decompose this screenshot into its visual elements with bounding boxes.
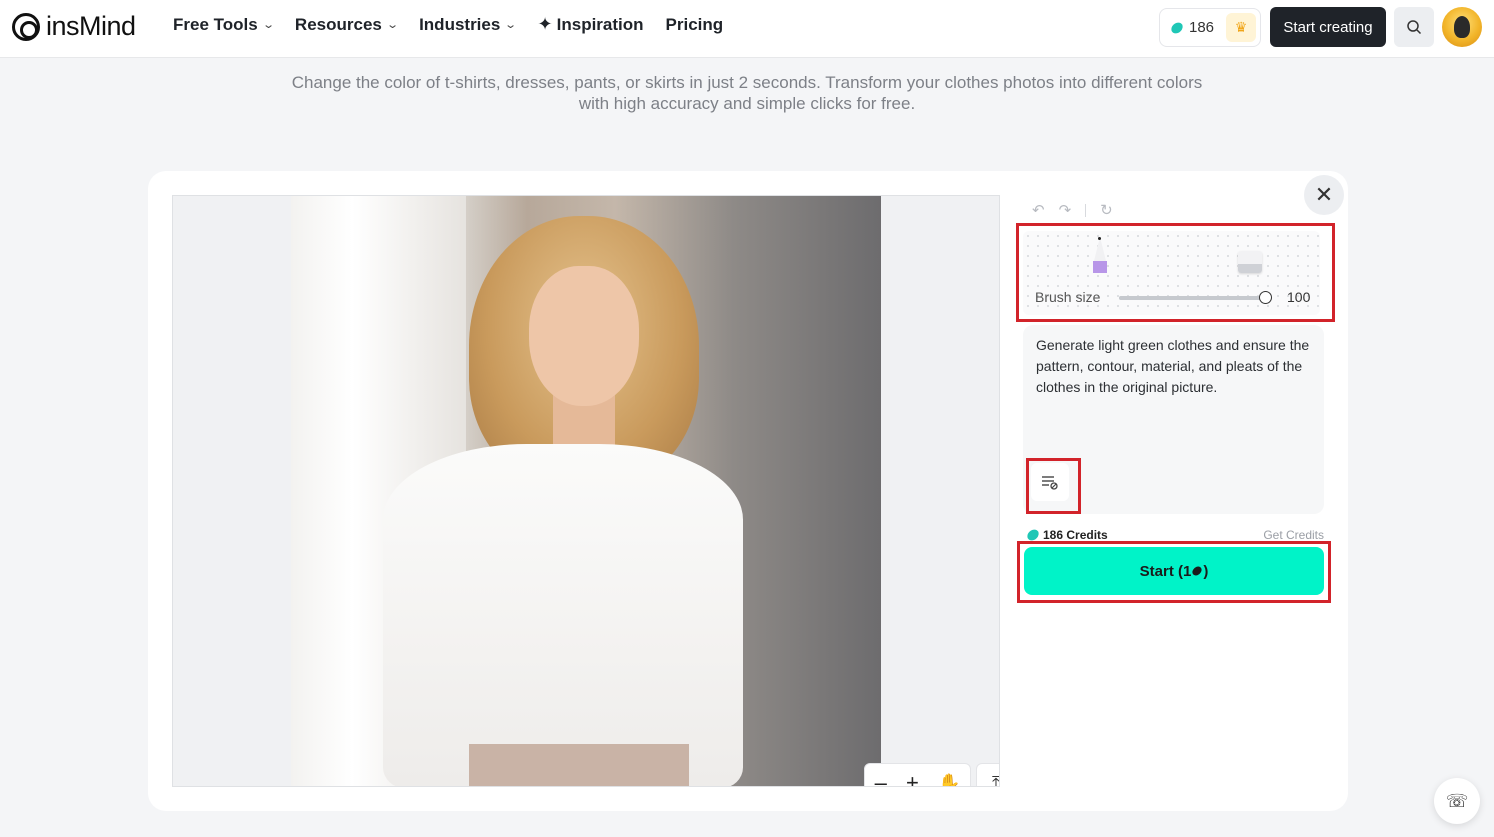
credits-pill[interactable]: 186 ♛: [1159, 8, 1261, 47]
subtitle-line-1: Change the color of t-shirts, dresses, p…: [291, 73, 1203, 92]
sparkle-icon: ✦: [537, 14, 553, 34]
credits-row: 186 Credits Get Credits: [1025, 527, 1324, 543]
history-toolbar: ↶ ↷ ↻: [1032, 201, 1113, 219]
close-button[interactable]: ✕: [1304, 175, 1344, 215]
search-button[interactable]: [1394, 7, 1434, 47]
redo-icon[interactable]: ↷: [1059, 201, 1072, 219]
zoom-controls: – + ✋: [864, 763, 971, 787]
menu-item-resources[interactable]: Resources ⌄: [294, 14, 399, 35]
zoom-out-icon[interactable]: –: [875, 770, 887, 786]
search-icon: [1407, 20, 1422, 35]
menu-item-inspiration[interactable]: ✦ Inspiration: [538, 14, 644, 35]
prompt-text[interactable]: Generate light green clothes and ensure …: [1036, 335, 1316, 398]
chevron-down-icon: ⌄: [504, 19, 518, 31]
photo-shirt: [383, 444, 743, 786]
upload-button[interactable]: ⤒: [976, 763, 1000, 787]
upload-icon: ⤒: [992, 772, 1000, 787]
logo-icon: [12, 12, 40, 41]
menu-item-label: Inspiration: [556, 14, 644, 34]
highlight-prompt-tool: [1026, 458, 1081, 514]
hand-pan-icon[interactable]: ✋: [938, 773, 960, 787]
brand-name: insMind: [46, 11, 136, 41]
image-canvas[interactable]: – + ✋ ⤒: [172, 195, 1000, 787]
headset-icon: ☏: [1445, 790, 1469, 811]
highlight-brush-panel: [1016, 223, 1335, 322]
editor-modal: – + ✋ ⤒ ✕ ↶ ↷ ↻ Brush size 100 Generate …: [148, 171, 1348, 811]
undo-icon[interactable]: ↶: [1032, 201, 1045, 219]
menu-item-industries[interactable]: Industries ⌄: [419, 14, 518, 35]
page-subtitle: Change the color of t-shirts, dresses, p…: [0, 72, 1494, 114]
menu-item-label: Resources: [294, 14, 382, 34]
highlight-start-button: [1017, 541, 1331, 603]
photo-face: [529, 266, 639, 406]
main-menu: Free Tools ⌄ Resources ⌄ Industries ⌄ ✦ …: [173, 14, 723, 35]
credits-balance-label: 186 Credits: [1043, 528, 1108, 542]
chevron-down-icon: ⌄: [261, 19, 275, 31]
credits-balance: 186 Credits: [1025, 527, 1108, 543]
credits-count: 186: [1189, 19, 1215, 36]
zoom-in-icon[interactable]: +: [906, 770, 919, 786]
logo[interactable]: insMind: [12, 11, 136, 42]
top-navbar: insMind Free Tools ⌄ Resources ⌄ Industr…: [0, 0, 1494, 58]
menu-item-label: Pricing: [665, 14, 724, 34]
get-credits-link[interactable]: Get Credits: [1263, 528, 1324, 542]
crown-icon[interactable]: ♛: [1226, 13, 1256, 42]
reset-icon[interactable]: ↻: [1100, 201, 1113, 219]
chevron-down-icon: ⌄: [386, 19, 399, 31]
support-button[interactable]: ☏: [1434, 778, 1480, 824]
start-creating-button[interactable]: Start creating: [1270, 7, 1386, 47]
avatar[interactable]: [1442, 7, 1482, 47]
menu-item-label: Free Tools: [173, 14, 258, 34]
subtitle-line-2: with high accuracy and simple clicks for…: [578, 94, 916, 113]
menu-item-label: Industries: [419, 14, 501, 34]
photo-pants: [469, 744, 689, 786]
close-icon: ✕: [1314, 182, 1334, 207]
toolbar-divider: [1085, 203, 1087, 217]
menu-item-free-tools[interactable]: Free Tools ⌄: [173, 14, 275, 35]
uploaded-photo[interactable]: [291, 196, 881, 786]
credit-bean-icon: [1169, 19, 1185, 36]
menu-item-pricing[interactable]: Pricing: [666, 14, 724, 35]
